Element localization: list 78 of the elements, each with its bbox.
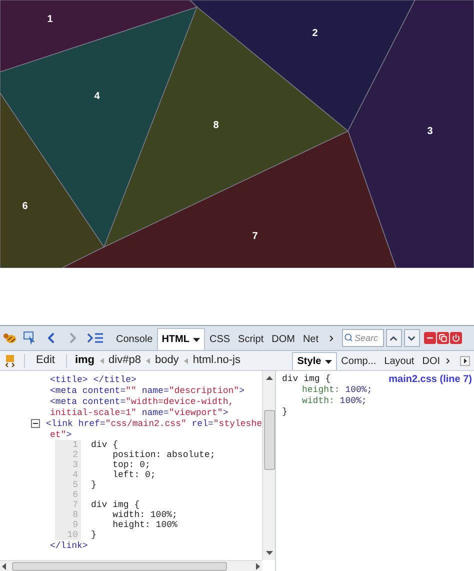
html-source-line: <title> </title> xyxy=(50,374,136,386)
region-number: 2 xyxy=(312,28,318,39)
panel-tab[interactable]: DOM xyxy=(268,328,299,350)
scroll-left-icon[interactable] xyxy=(2,562,6,570)
line-number: 6 xyxy=(55,490,81,500)
panel-tab[interactable]: HTML xyxy=(156,328,206,350)
chevron-icon xyxy=(184,358,188,364)
line-number: 7 xyxy=(55,500,81,510)
css-code-line: height: 100% xyxy=(112,520,178,530)
css-code-line: left: 0; xyxy=(112,470,156,480)
code-icon[interactable] xyxy=(4,354,16,366)
line-number: 4 xyxy=(55,470,81,480)
detach-button[interactable] xyxy=(436,332,449,344)
inspect-icon[interactable] xyxy=(23,331,37,345)
close-button[interactable] xyxy=(450,332,462,344)
panel-tab[interactable]: Comp... xyxy=(337,352,380,370)
region-number: 7 xyxy=(252,231,258,242)
minimize-button[interactable] xyxy=(424,332,436,344)
css-code-line: } xyxy=(90,480,96,490)
html-source-line: initial-scale=1" name="viewport"> xyxy=(50,406,228,418)
vertical-scrollbar[interactable] xyxy=(262,371,275,560)
panel-tab[interactable]: Script xyxy=(234,328,268,350)
html-source-line: <link href="css/main2.css" rel="styleshe xyxy=(46,418,262,430)
line-number: 3 xyxy=(55,460,81,470)
css-property: height: 100%; xyxy=(301,385,374,396)
stylesheet-link[interactable]: main2.css (line 7) xyxy=(388,374,472,385)
scroll-down-icon[interactable] xyxy=(266,551,272,555)
css-code-line: top: 0; xyxy=(112,460,150,470)
css-code-line: position: absolute; xyxy=(112,450,216,460)
next-match-button[interactable] xyxy=(404,329,420,347)
search-field[interactable]: Searc xyxy=(342,329,384,347)
scroll-right-icon[interactable] xyxy=(460,356,470,366)
line-number: 1 xyxy=(55,440,81,450)
css-code-line: div { xyxy=(90,440,118,450)
panel-tab[interactable]: Style xyxy=(292,352,338,370)
search-icon xyxy=(344,333,353,342)
bug-icon[interactable] xyxy=(3,332,17,344)
line-number: 2 xyxy=(55,450,81,460)
chevron-icon xyxy=(146,358,150,364)
breadcrumb[interactable]: div#p8 xyxy=(108,352,141,369)
region-number: 4 xyxy=(94,91,100,102)
css-code-line: div img { xyxy=(90,500,140,510)
css-code-line: } xyxy=(90,530,96,540)
scroll-right-icon[interactable] xyxy=(256,562,260,570)
power-icon xyxy=(452,334,460,342)
horizontal-scrollbar[interactable] xyxy=(0,560,262,571)
panel-tab[interactable]: Net xyxy=(298,328,323,350)
line-number: 10 xyxy=(55,530,81,540)
css-property: width: 100%; xyxy=(301,396,368,407)
html-source-line: et"> xyxy=(50,428,72,440)
windows-icon xyxy=(438,334,447,342)
panel-tab[interactable]: DOI xyxy=(418,352,444,370)
collapse-icon[interactable] xyxy=(30,419,40,428)
chevron-icon xyxy=(100,358,104,364)
command-line-icon[interactable] xyxy=(87,333,103,343)
css-selector: div img { xyxy=(282,374,331,385)
breadcrumb[interactable]: html.no-js xyxy=(192,352,240,369)
panel-tab[interactable]: Console xyxy=(112,328,157,350)
region-number: 6 xyxy=(22,201,28,212)
html-source-line: <meta content="width=device-width, xyxy=(50,396,234,408)
scroll-up-icon[interactable] xyxy=(266,376,272,380)
panel-tab[interactable]: Layout xyxy=(380,352,418,370)
edit-button[interactable]: Edit xyxy=(33,352,58,369)
breadcrumb[interactable]: img xyxy=(74,352,95,369)
region-number: 1 xyxy=(47,14,53,25)
breadcrumb[interactable]: body xyxy=(154,352,179,369)
html-source-line: <meta content="" name="description"> xyxy=(50,384,244,396)
css-code-line: width: 100%; xyxy=(112,510,178,520)
panel-tab[interactable]: CSS xyxy=(205,328,234,350)
region-number: 3 xyxy=(427,126,433,137)
line-number: 5 xyxy=(55,480,81,490)
line-number: 8 xyxy=(55,510,81,520)
more-tabs-icon[interactable] xyxy=(444,356,452,364)
region-number: 8 xyxy=(213,120,219,131)
previous-match-button[interactable] xyxy=(386,329,402,347)
closing-brace: } xyxy=(282,407,288,418)
line-number: 9 xyxy=(55,520,81,530)
html-source-line: </link> xyxy=(50,540,88,552)
